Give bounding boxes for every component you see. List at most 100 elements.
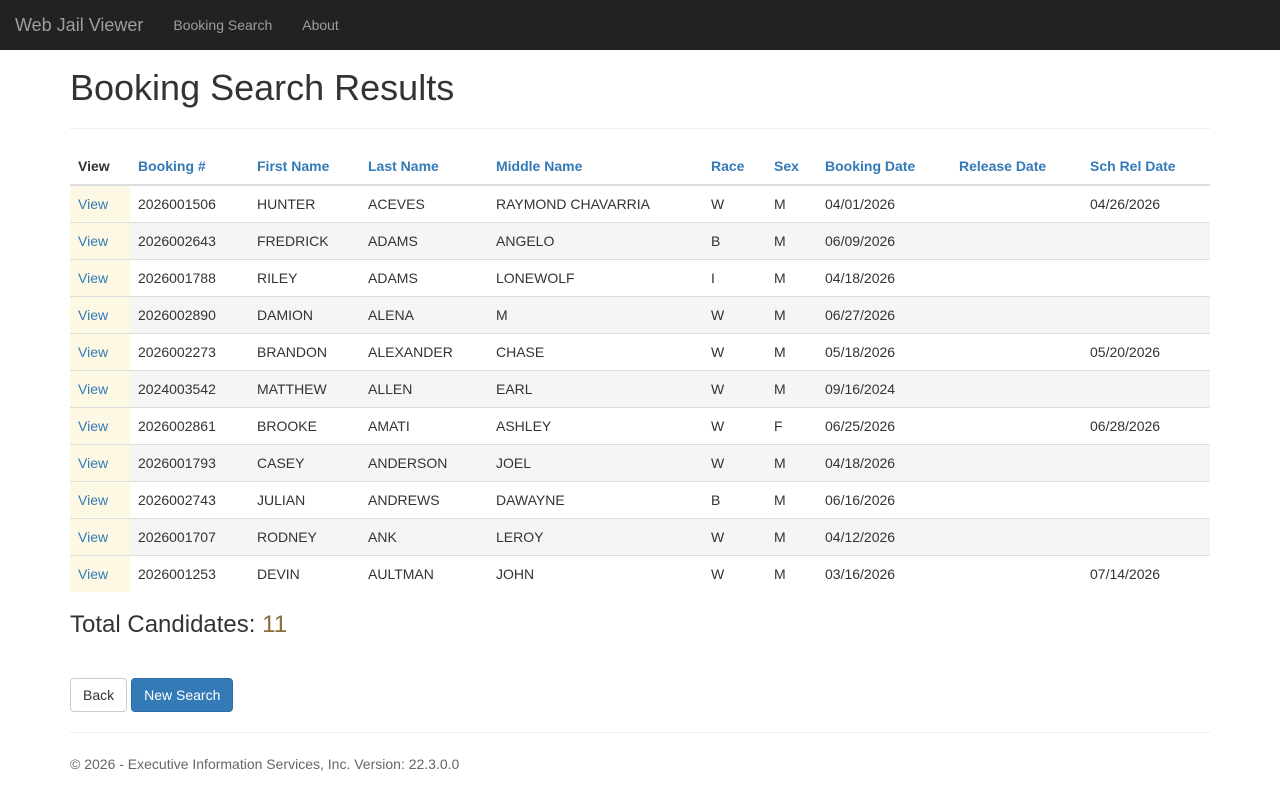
cell-booking-date: 06/16/2026 (817, 480, 951, 518)
cell-booking-number: 2026002273 (130, 332, 249, 370)
view-link[interactable]: View (78, 566, 108, 582)
cell-middle-name: LEROY (488, 517, 703, 555)
table-row: View 2026002273 BRANDON ALEXANDER CHASE W M 05/… (70, 332, 1210, 370)
cell-middle-name: JOHN (488, 554, 703, 592)
view-link[interactable]: View (78, 455, 108, 471)
table-row: View 2024003542 MATTHEW ALLEN EARL W M 09/16/20… (70, 369, 1210, 407)
cell-middle-name: CHASE (488, 332, 703, 370)
cell-sex: F (766, 406, 817, 444)
cell-release-date (951, 480, 1082, 518)
column-header-release-date[interactable]: Release Date (951, 148, 1082, 186)
cell-race: B (703, 480, 766, 518)
cell-first-name: RILEY (249, 258, 360, 296)
cell-middle-name: ASHLEY (488, 406, 703, 444)
view-cell: View (70, 369, 130, 407)
view-link[interactable]: View (78, 307, 108, 323)
sort-link-booking-date[interactable]: Booking Date (825, 158, 915, 174)
cell-release-date (951, 221, 1082, 259)
view-link[interactable]: View (78, 418, 108, 434)
cell-first-name: RODNEY (249, 517, 360, 555)
view-link[interactable]: View (78, 492, 108, 508)
cell-race: W (703, 369, 766, 407)
results-table-body: View 2026001506 HUNTER ACEVES RAYMOND CHAVAR… (70, 185, 1210, 592)
sort-link-first-name[interactable]: First Name (257, 158, 329, 174)
sort-link-sch-rel-date[interactable]: Sch Rel Date (1090, 158, 1176, 174)
brand-link[interactable]: Web Jail Viewer (15, 15, 143, 36)
column-header-first-name[interactable]: First Name (249, 148, 360, 186)
cell-middle-name: M (488, 295, 703, 333)
view-link[interactable]: View (78, 344, 108, 360)
column-header-last-name[interactable]: Last Name (360, 148, 488, 186)
cell-first-name: CASEY (249, 443, 360, 481)
cell-booking-date: 09/16/2024 (817, 369, 951, 407)
table-row: View 2026001506 HUNTER ACEVES RAYMOND CHAVAR… (70, 185, 1210, 222)
column-header-booking-date[interactable]: Booking Date (817, 148, 951, 186)
cell-sch-rel-date (1082, 369, 1210, 407)
cell-first-name: BRANDON (249, 332, 360, 370)
cell-sex: M (766, 221, 817, 259)
cell-sch-rel-date: 05/20/2026 (1082, 332, 1210, 370)
cell-middle-name: EARL (488, 369, 703, 407)
back-button[interactable]: Back (70, 678, 128, 712)
cell-release-date (951, 332, 1082, 370)
total-candidates: Total Candidates: 11 (70, 612, 1210, 638)
view-link[interactable]: View (78, 233, 108, 249)
column-header-view: View (70, 148, 130, 186)
cell-booking-number: 2026001788 (130, 258, 249, 296)
cell-sex: M (766, 517, 817, 555)
sort-link-last-name[interactable]: Last Name (368, 158, 439, 174)
sort-link-booking-number[interactable]: Booking # (138, 158, 206, 174)
cell-race: W (703, 517, 766, 555)
cell-middle-name: RAYMOND CHAVARRIA (496, 195, 651, 212)
table-row: View 2026002743 JULIAN ANDREWS DAWAYNE B M 06/1… (70, 480, 1210, 518)
cell-sch-rel-date (1082, 480, 1210, 518)
view-cell: View (70, 443, 130, 481)
new-search-button[interactable]: New Search (131, 678, 234, 712)
table-row: View 2026001793 CASEY ANDERSON JOEL W M 04/18/2… (70, 443, 1210, 481)
footer-text: © 2026 - Executive Information Services,… (70, 756, 460, 772)
cell-race: B (703, 221, 766, 259)
cell-booking-date: 03/16/2026 (817, 554, 951, 592)
cell-sch-rel-date (1082, 221, 1210, 259)
nav-link-booking-search[interactable]: Booking Search (173, 17, 272, 33)
nav-link-about[interactable]: About (302, 17, 339, 33)
cell-release-date (951, 185, 1082, 222)
view-link[interactable]: View (78, 529, 108, 545)
total-candidates-count: 11 (262, 611, 288, 638)
column-header-sex[interactable]: Sex (766, 148, 817, 186)
view-link[interactable]: View (78, 270, 108, 286)
view-link[interactable]: View (78, 381, 108, 397)
view-link[interactable]: View (78, 196, 108, 212)
cell-race: W (703, 443, 766, 481)
cell-last-name: AULTMAN (360, 554, 488, 592)
cell-first-name: JULIAN (249, 480, 360, 518)
cell-sch-rel-date: 06/28/2026 (1082, 406, 1210, 444)
column-header-middle-name[interactable]: Middle Name (488, 148, 703, 186)
cell-sex: M (766, 332, 817, 370)
cell-booking-date: 04/12/2026 (817, 517, 951, 555)
view-cell: View (70, 332, 130, 370)
cell-first-name: DEVIN (249, 554, 360, 592)
table-row: View 2026002890 DAMION ALENA M W M 06/27/2026 (70, 295, 1210, 333)
cell-first-name: HUNTER (257, 195, 316, 212)
cell-booking-date: 04/18/2026 (817, 258, 951, 296)
cell-release-date (951, 517, 1082, 555)
column-header-race[interactable]: Race (703, 148, 766, 186)
cell-sch-rel-date (1082, 517, 1210, 555)
column-header-booking-number[interactable]: Booking # (130, 148, 249, 186)
table-row: View 2026002643 FREDRICK ADAMS ANGELO B M 06/09… (70, 221, 1210, 259)
cell-last-name: ANK (360, 517, 488, 555)
sort-link-middle-name[interactable]: Middle Name (496, 158, 582, 174)
view-cell: View (70, 554, 130, 592)
cell-booking-date: 06/09/2026 (817, 221, 951, 259)
top-navbar: Web Jail Viewer Booking Search About (0, 0, 1280, 50)
cell-sex: M (774, 195, 786, 212)
cell-middle-name: JOEL (488, 443, 703, 481)
sort-link-release-date[interactable]: Release Date (959, 158, 1046, 174)
sort-link-sex[interactable]: Sex (774, 158, 799, 174)
column-header-sch-rel-date[interactable]: Sch Rel Date (1082, 148, 1210, 186)
cell-race: W (703, 295, 766, 333)
cell-first-name: FREDRICK (249, 221, 360, 259)
sort-link-race[interactable]: Race (711, 158, 744, 174)
cell-race: W (703, 554, 766, 592)
